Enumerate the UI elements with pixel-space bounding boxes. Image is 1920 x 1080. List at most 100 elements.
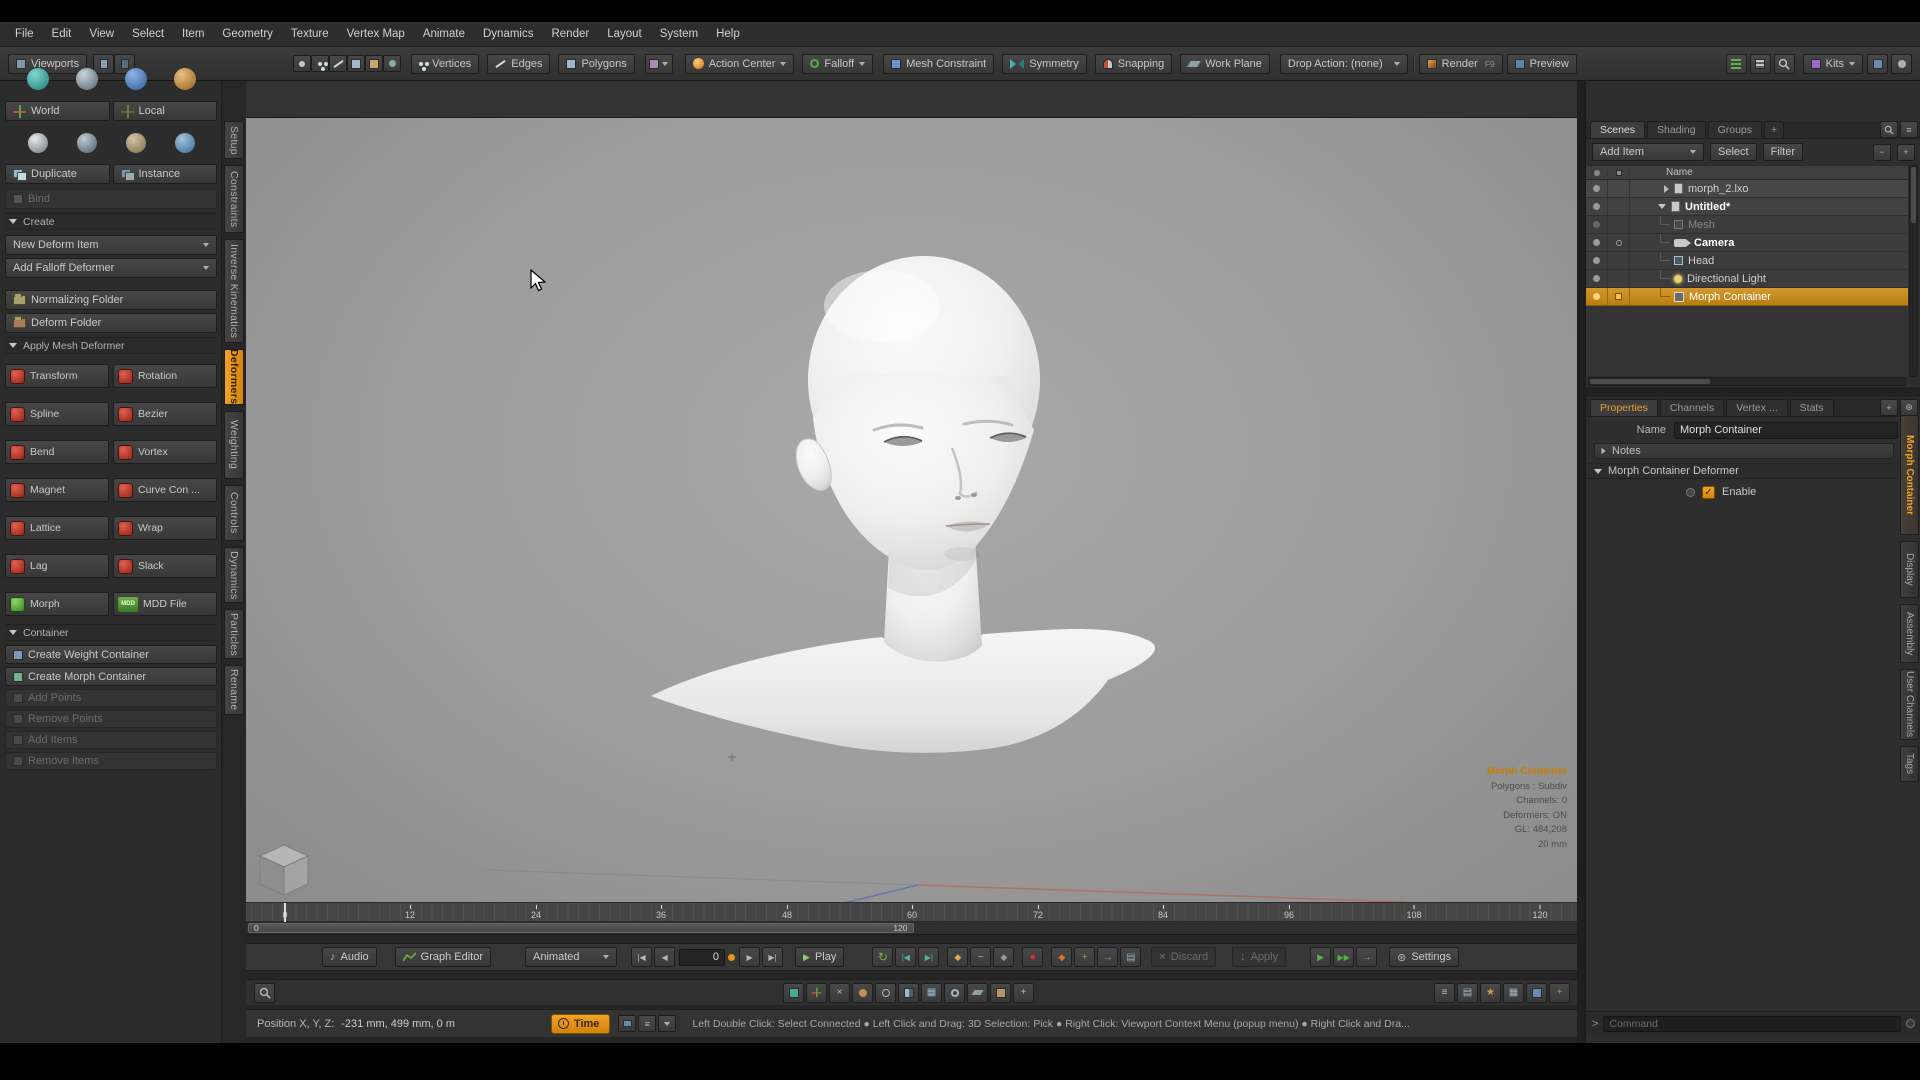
bezier-deformer-button[interactable]: Bezier [113, 402, 217, 426]
kits-button[interactable]: Kits [1802, 53, 1863, 74]
center-mode-icon[interactable] [383, 55, 402, 72]
add-tab-button[interactable]: + [1764, 121, 1785, 138]
cube-falloff-icon[interactable] [174, 133, 195, 153]
add-tool-icon[interactable]: + [1013, 982, 1034, 1003]
properties-gear-icon[interactable]: ⊛ [1900, 399, 1918, 416]
tab-channels[interactable]: Channels [1659, 399, 1725, 416]
item-tree-vscrollbar[interactable] [1909, 165, 1918, 377]
deform-folder-button[interactable]: Deform Folder [5, 313, 217, 333]
tree-row-scene-untitled[interactable]: Untitled* [1586, 198, 1908, 216]
keyframe-indicator-icon[interactable] [728, 953, 736, 961]
slack-deformer-button[interactable]: Slack [113, 554, 217, 578]
menu-render[interactable]: Render [542, 24, 598, 44]
selection-set-dropdown[interactable] [644, 53, 673, 74]
item-name-field[interactable]: Morph Container [1674, 421, 1898, 439]
menu-animate[interactable]: Animate [414, 24, 474, 44]
tree-row-scene-file[interactable]: morph_2.lxo [1586, 180, 1908, 198]
menu-system[interactable]: System [651, 24, 707, 44]
select-button[interactable]: Select [1710, 143, 1757, 161]
collapse-all-icon[interactable]: − [1873, 143, 1891, 161]
bind-button[interactable]: Bind [5, 189, 217, 209]
remove-items-button[interactable]: Remove Items [5, 752, 217, 770]
morph-container-deformer-section[interactable]: Morph Container Deformer [1588, 463, 1898, 479]
box-deform-icon[interactable] [125, 133, 146, 153]
new-deform-item-dropdown[interactable]: New Deform Item [5, 235, 217, 255]
eye-icon[interactable] [1593, 275, 1600, 282]
add-items-button[interactable]: Add Items [5, 731, 217, 749]
side-tab-tags[interactable]: Tags [1900, 746, 1919, 782]
edges-mode-icon[interactable] [329, 55, 348, 72]
falloff-button[interactable]: Falloff [802, 53, 874, 74]
tab-properties[interactable]: Properties [1590, 399, 1658, 416]
timeline-ruler[interactable]: 0 12 24 36 48 60 72 84 96 108 120 [246, 902, 1577, 923]
curve-tool-icon[interactable] [944, 982, 965, 1003]
eye-icon[interactable] [1593, 203, 1600, 210]
forms-icon[interactable] [1867, 53, 1888, 74]
tab-stats[interactable]: Stats [1789, 399, 1834, 416]
monitor-icon[interactable] [618, 1015, 637, 1032]
side-tab-user-channels[interactable]: User Channels [1900, 669, 1919, 740]
filter-button[interactable]: Filter [1762, 143, 1804, 161]
3d-viewport[interactable]: Morph Container Polygons : Subdiv Channe… [246, 118, 1577, 902]
magnet-deformer-button[interactable]: Magnet [5, 478, 109, 502]
vertices-mode-icon[interactable] [311, 55, 330, 72]
tree-row-directional-light[interactable]: Directional Light [1586, 270, 1908, 288]
remove-key-icon[interactable]: − [970, 947, 992, 967]
viewport-right-scrollbar[interactable] [1577, 81, 1585, 1043]
apply-button[interactable]: ↓ Apply [1232, 947, 1287, 967]
menu-geometry[interactable]: Geometry [213, 24, 282, 44]
grid-display-icon[interactable]: ▦ [1503, 982, 1524, 1003]
tab-setup[interactable]: Setup [224, 121, 244, 159]
key-all-channels-icon[interactable]: ◆ [1051, 947, 1073, 967]
item-tree-empty-area[interactable] [1586, 306, 1908, 376]
search-icon[interactable] [1773, 53, 1795, 74]
expand-icon[interactable] [1664, 184, 1669, 193]
next-key-icon[interactable]: ▶| [918, 947, 940, 967]
tab-constraints[interactable]: Constraints [224, 165, 244, 233]
render-camera-toggle-icon[interactable] [1615, 239, 1622, 246]
list-options-icon[interactable]: ≡ [638, 1015, 657, 1032]
help-ref-icon[interactable] [1891, 53, 1912, 74]
collapse-icon[interactable] [1658, 204, 1666, 209]
mdd-file-button[interactable]: MDD MDD File [113, 592, 217, 616]
polygons-mode-icon[interactable] [347, 55, 366, 72]
tree-row-mesh[interactable]: Mesh [1586, 216, 1908, 234]
eye-icon[interactable] [1593, 239, 1600, 246]
menu-help[interactable]: Help [707, 24, 749, 44]
discard-button[interactable]: × Discard [1151, 947, 1217, 967]
preset-browser-icon[interactable] [254, 982, 275, 1003]
rotation-deformer-button[interactable]: Rotation [113, 364, 217, 388]
edit-action-icon[interactable]: → [1097, 947, 1119, 967]
add-viewport-icon[interactable]: + [1549, 982, 1570, 1003]
tab-vertex-map[interactable]: Vertex ... [1726, 399, 1788, 416]
tab-controls[interactable]: Controls [224, 485, 244, 541]
previous-key-icon[interactable]: |◀ [895, 947, 917, 967]
remove-points-button[interactable]: Remove Points [5, 710, 217, 728]
tab-rename[interactable]: Rename [224, 665, 244, 715]
pivot-tool-icon[interactable] [875, 982, 896, 1003]
action-center-button[interactable]: Action Center [684, 53, 795, 74]
layers-icon[interactable]: ▤ [1457, 982, 1478, 1003]
item-list-icon[interactable]: ≡ [1434, 982, 1455, 1003]
expand-all-icon[interactable]: + [1897, 143, 1915, 161]
transform-deformer-button[interactable]: Transform [5, 364, 109, 388]
add-key-icon[interactable]: ◆ [947, 947, 969, 967]
rig-tool-icon[interactable] [76, 133, 97, 153]
tree-row-morph-container[interactable]: Morph Container [1586, 288, 1908, 306]
tab-particles[interactable]: Particles [224, 609, 244, 659]
wrap-deformer-button[interactable]: Wrap [113, 516, 217, 540]
properties-add-tab-icon[interactable]: + [1880, 399, 1898, 416]
auto-select-mode-icon[interactable] [293, 55, 312, 72]
loop-playback-icon[interactable]: ↻ [872, 947, 894, 967]
menu-view[interactable]: View [80, 24, 123, 44]
menu-dynamics[interactable]: Dynamics [474, 24, 542, 44]
array-tool-icon[interactable]: ▦ [921, 982, 942, 1003]
preview-button[interactable]: Preview [1506, 53, 1577, 74]
move-tool-icon[interactable] [806, 982, 827, 1003]
eye-icon[interactable] [1593, 257, 1600, 264]
vortex-deformer-button[interactable]: Vortex [113, 440, 217, 464]
next-frame-button[interactable]: ▶ [739, 947, 761, 967]
auto-key-record-button[interactable]: ● [1022, 947, 1044, 967]
tree-row-camera[interactable]: Camera [1586, 234, 1908, 252]
container-section-header[interactable]: Container [5, 624, 217, 641]
